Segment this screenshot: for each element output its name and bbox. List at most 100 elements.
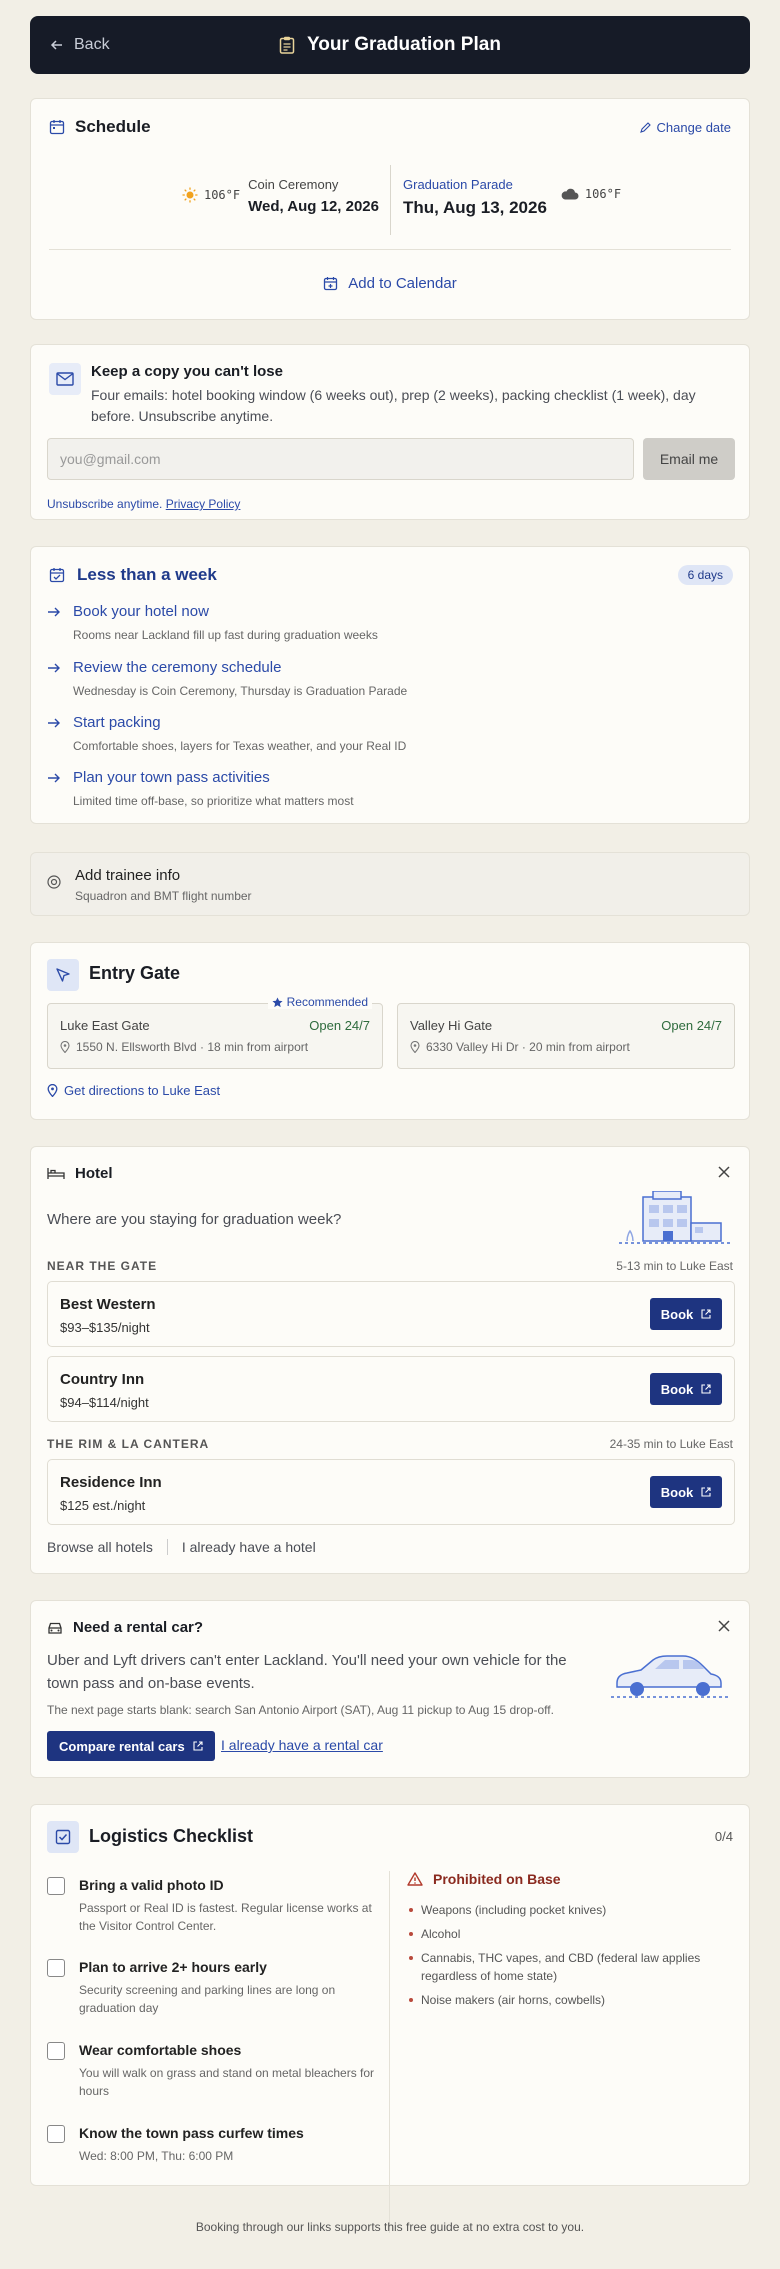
checklist-item-subtitle: Wed: 8:00 PM, Thu: 6:00 PM xyxy=(79,2149,234,2163)
entry-gate-card: Entry Gate Recommended Luke East Gate Op… xyxy=(30,942,750,1120)
already-have-hotel-link[interactable]: I already have a hotel xyxy=(182,1539,316,1555)
task-subtitle: Comfortable shoes, layers for Texas weat… xyxy=(73,739,407,753)
prohibited-list: Weapons (including pocket knives) Alcoho… xyxy=(407,1901,737,2015)
map-pin-icon xyxy=(60,1041,70,1053)
task-subtitle: Limited time off-base, so prioritize wha… xyxy=(73,794,354,808)
hotel-question: Where are you staying for graduation wee… xyxy=(47,1211,342,1228)
gate-address-text: 6330 Valley Hi Dr · 20 min from airport xyxy=(426,1040,630,1054)
arrow-right-icon xyxy=(47,717,61,729)
task-title: Start packing xyxy=(73,714,161,731)
external-link-icon xyxy=(701,1309,711,1319)
hotel-row: Best Western $93–$135/night Book xyxy=(47,1281,735,1347)
compare-rental-cars-button[interactable]: Compare rental cars xyxy=(47,1731,215,1761)
add-trainee-info-button[interactable]: Add trainee info Squadron and BMT flight… xyxy=(30,852,750,916)
add-to-calendar-button[interactable]: Add to Calendar xyxy=(31,275,749,292)
event-graduation-parade: Graduation Parade Thu, Aug 13, 2026 106°… xyxy=(403,177,621,218)
external-link-icon xyxy=(193,1741,203,1751)
checklist-item[interactable]: Wear comfortable shoes You will walk on … xyxy=(47,2042,377,2100)
calendar-icon xyxy=(49,119,65,135)
bed-icon xyxy=(47,1167,65,1180)
prohibited-item: Noise makers (air horns, cowbells) xyxy=(407,1991,737,2009)
event-coin-ceremony: 106°F Coin Ceremony Wed, Aug 12, 2026 xyxy=(182,177,379,215)
email-placeholder: you@gmail.com xyxy=(60,451,161,467)
compare-label: Compare rental cars xyxy=(59,1738,185,1754)
checklist-item-subtitle: Security screening and parking lines are… xyxy=(79,1983,336,2015)
unsubscribe-text: Unsubscribe anytime. xyxy=(47,497,163,511)
checklist-item-subtitle: Passport or Real ID is fastest. Regular … xyxy=(79,1901,372,1933)
rental-note: The next page starts blank: search San A… xyxy=(47,1703,554,1717)
book-label: Book xyxy=(660,1306,694,1322)
task-item[interactable]: Book your hotel now Rooms near Lackland … xyxy=(47,603,378,642)
task-item[interactable]: Start packing Comfortable shoes, layers … xyxy=(47,714,406,753)
checkbox[interactable] xyxy=(47,2125,65,2143)
rental-body: Uber and Lyft drivers can't enter Lackla… xyxy=(47,1652,567,1692)
gate-option-luke-east[interactable]: Recommended Luke East Gate Open 24/7 155… xyxy=(47,995,383,1069)
checklist-item[interactable]: Plan to arrive 2+ hours early Security s… xyxy=(47,1959,377,2017)
hotel-footer: Browse all hotels I already have a hotel xyxy=(47,1539,316,1555)
checkbox[interactable] xyxy=(47,2042,65,2060)
get-directions-link[interactable]: Get directions to Luke East xyxy=(47,1083,220,1098)
back-label: Back xyxy=(74,36,110,53)
gate-address-text: 1550 N. Ellsworth Blvd · 18 min from air… xyxy=(76,1040,309,1054)
add-to-calendar-label: Add to Calendar xyxy=(348,275,457,292)
close-icon[interactable] xyxy=(717,1165,731,1179)
checklist-item[interactable]: Bring a valid photo ID Passport or Real … xyxy=(47,1877,377,1935)
checklist-item[interactable]: Know the town pass curfew times Wed: 8:0… xyxy=(47,2125,377,2165)
change-date-link[interactable]: Change date xyxy=(639,120,731,135)
navigation-icon xyxy=(47,959,79,991)
warning-icon xyxy=(407,1872,423,1886)
back-button[interactable]: Back xyxy=(50,16,110,74)
checklist-item-subtitle: You will walk on grass and stand on meta… xyxy=(79,2066,375,2098)
hotel-price: $125 est./night xyxy=(60,1498,146,1513)
email-me-button[interactable]: Email me xyxy=(643,438,735,480)
weather-temp: 106°F xyxy=(203,188,241,202)
page-title-group: Your Graduation Plan xyxy=(279,34,501,56)
already-have-rental-link[interactable]: I already have a rental car xyxy=(221,1737,383,1753)
entry-gate-title: Entry Gate xyxy=(89,963,181,983)
weather-cloudy: 106°F xyxy=(561,187,621,201)
recommended-label: Recommended xyxy=(286,995,368,1009)
task-title: Review the ceremony schedule xyxy=(73,659,282,676)
privacy-policy-link[interactable]: Privacy Policy xyxy=(166,497,241,511)
book-button[interactable]: Book xyxy=(650,1476,722,1508)
star-icon xyxy=(272,996,283,1008)
book-button[interactable]: Book xyxy=(650,1373,722,1405)
gate-address: 1550 N. Ellsworth Blvd · 18 min from air… xyxy=(60,1040,308,1054)
gate-status: Open 24/7 xyxy=(309,1018,370,1033)
hotel-row: Country Inn $94–$114/night Book xyxy=(47,1356,735,1422)
book-button[interactable]: Book xyxy=(650,1298,722,1330)
email-note: Unsubscribe anytime. Privacy Policy xyxy=(47,497,240,511)
timeline-card: Less than a week 6 days Book your hotel … xyxy=(30,546,750,824)
browse-all-hotels-link[interactable]: Browse all hotels xyxy=(47,1539,153,1555)
mail-icon xyxy=(49,363,81,395)
rental-heading: Need a rental car? xyxy=(47,1619,203,1636)
hotel-heading: Hotel xyxy=(47,1165,113,1182)
checkbox[interactable] xyxy=(47,1877,65,1895)
task-item[interactable]: Review the ceremony schedule Wednesday i… xyxy=(47,659,407,698)
external-link-icon xyxy=(701,1384,711,1394)
event-name: Graduation Parade xyxy=(403,177,513,192)
gate-name: Valley Hi Gate xyxy=(410,1018,493,1033)
hotel-name: Best Western xyxy=(60,1296,156,1313)
email-title: Keep a copy you can't lose xyxy=(91,363,283,380)
schedule-title: Schedule xyxy=(75,117,151,136)
checkbox[interactable] xyxy=(47,1959,65,1977)
hotel-section-header: NEAR THE GATE 5-13 min to Luke East xyxy=(47,1259,733,1273)
gate-option-valley-hi[interactable]: Valley Hi Gate Open 24/7 6330 Valley Hi … xyxy=(397,1003,735,1069)
prohibited-item: Cannabis, THC vapes, and CBD (federal la… xyxy=(407,1949,737,1985)
checklist-item-title: Bring a valid photo ID xyxy=(79,1877,224,1893)
task-item[interactable]: Plan your town pass activities Limited t… xyxy=(47,769,354,808)
hotel-illustration xyxy=(619,1191,731,1247)
prohibited-item: Weapons (including pocket knives) xyxy=(407,1901,737,1919)
cloud-icon xyxy=(561,187,579,201)
close-icon[interactable] xyxy=(717,1619,731,1633)
checklist-item-title: Plan to arrive 2+ hours early xyxy=(79,1959,267,1975)
clipboard-icon xyxy=(279,36,295,54)
page-title: Your Graduation Plan xyxy=(307,34,501,55)
arrow-right-icon xyxy=(47,662,61,674)
section-distance: 5-13 min to Luke East xyxy=(616,1259,733,1273)
divider xyxy=(390,165,391,235)
external-link-icon xyxy=(701,1487,711,1497)
event-name: Coin Ceremony xyxy=(248,177,339,192)
email-field[interactable]: you@gmail.com xyxy=(47,438,634,480)
